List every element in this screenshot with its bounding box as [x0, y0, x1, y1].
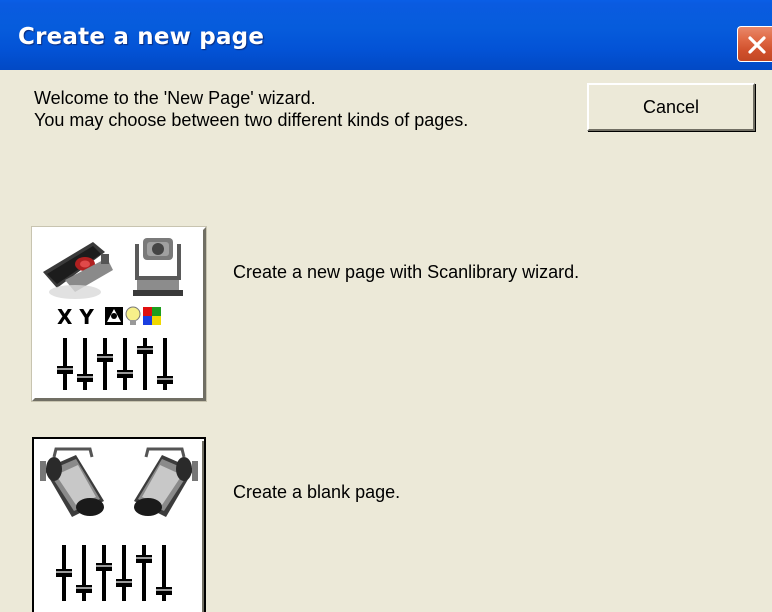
- scanlibrary-wizard-label: Create a new page with Scanlibrary wizar…: [233, 262, 580, 282]
- window-title: Create a new page: [18, 24, 265, 50]
- welcome-line-2: You may choose between two different kin…: [34, 110, 469, 130]
- scanlibrary-wizard-button[interactable]: X Y: [31, 226, 207, 402]
- welcome-line-1: Welcome to the 'New Page' wizard.: [34, 88, 316, 108]
- gobo-icon: [105, 307, 123, 325]
- title-bar[interactable]: Create a new page: [0, 0, 772, 70]
- welcome-text: Welcome to the 'New Page' wizard. You ma…: [34, 87, 468, 131]
- blank-page-label: Create a blank page.: [233, 482, 401, 502]
- spotlights-faders-icon: [40, 447, 198, 601]
- faders-icon: [57, 338, 173, 390]
- color-wheel-icon: [143, 307, 161, 325]
- scanner-moving-head-faders-icon: X Y: [43, 238, 183, 390]
- close-button[interactable]: [737, 26, 772, 62]
- blank-page-button[interactable]: [32, 437, 206, 612]
- dialog-window: Create a new page Welcome to the 'New Pa…: [0, 0, 772, 612]
- bulb-icon: [125, 306, 141, 325]
- xy-label: X Y: [57, 305, 94, 329]
- close-icon: [748, 36, 766, 54]
- cancel-button[interactable]: Cancel: [587, 83, 755, 131]
